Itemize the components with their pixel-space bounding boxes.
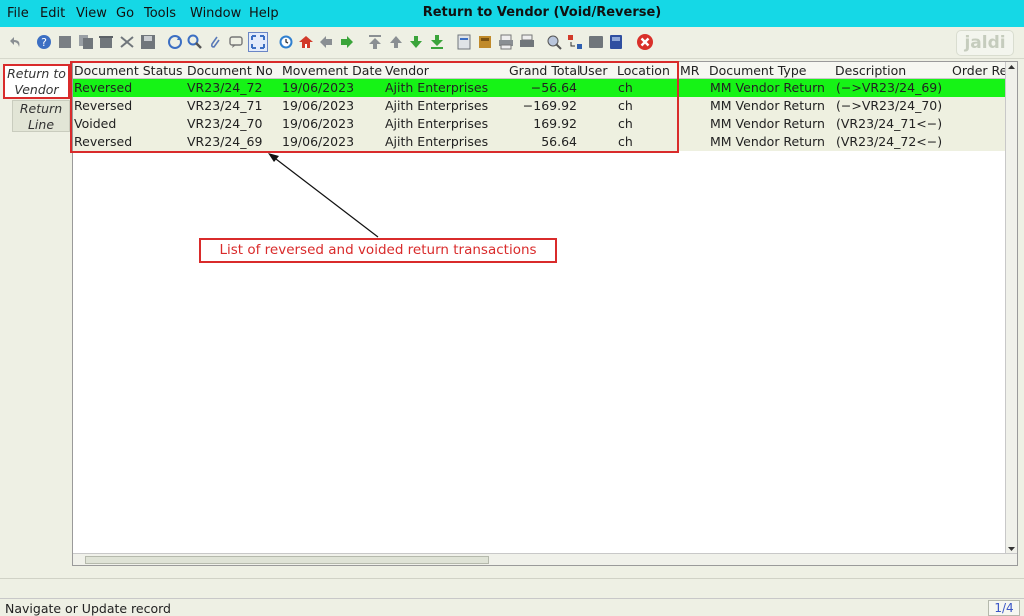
annotation-arrow — [268, 153, 379, 238]
annotation-callout: List of reversed and voided return trans… — [199, 238, 557, 263]
status-strip — [0, 578, 1024, 598]
status-bar: Navigate or Update record 1/4 — [0, 598, 1024, 616]
record-counter[interactable]: 1/4 — [988, 600, 1020, 616]
status-message: Navigate or Update record — [5, 601, 171, 616]
